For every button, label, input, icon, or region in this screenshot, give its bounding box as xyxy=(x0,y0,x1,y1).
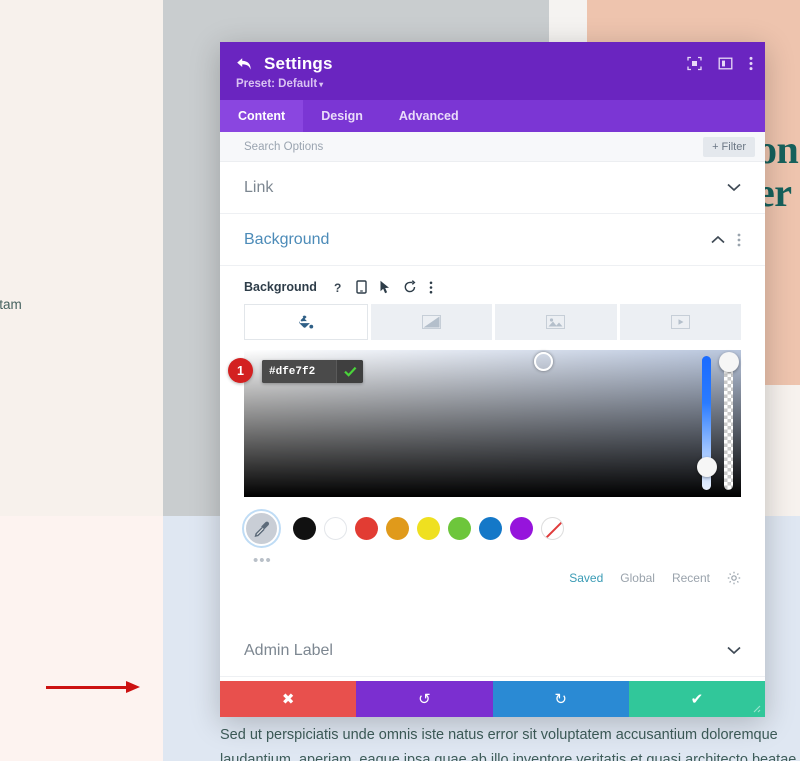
svg-text:?: ? xyxy=(334,281,341,294)
chevron-down-icon xyxy=(727,646,741,655)
settings-modal: Settings Preset: Default ▾ Content Desig… xyxy=(220,42,765,717)
palette-tabs: Saved Global Recent xyxy=(244,571,741,585)
chevron-up-icon[interactable] xyxy=(711,235,725,244)
swatch-red[interactable] xyxy=(355,517,378,540)
swatch-blue[interactable] xyxy=(479,517,502,540)
redo-button[interactable]: ↻ xyxy=(492,681,629,717)
bottom-paragraph: Sed ut perspiciatis unde omnis iste natu… xyxy=(220,727,797,761)
modal-tabs: Content Design Advanced xyxy=(220,100,765,132)
modal-title: Settings xyxy=(264,54,333,73)
eyedropper-button[interactable] xyxy=(244,511,279,546)
close-x-icon: ✖ xyxy=(281,691,295,708)
bg-panel-gray-edge xyxy=(163,500,220,516)
swatch-black[interactable] xyxy=(293,517,316,540)
kebab-menu-icon[interactable] xyxy=(429,281,433,294)
resize-grip-icon[interactable] xyxy=(749,701,761,713)
color-swatches xyxy=(244,511,741,546)
step-number-badge: 1 xyxy=(228,358,253,383)
section-options-kebab-icon[interactable] xyxy=(737,233,741,247)
chevron-down-icon: ▾ xyxy=(319,80,324,89)
tab-content[interactable]: Content xyxy=(220,100,304,132)
hex-color-field xyxy=(262,360,363,383)
annotation-arrow-icon xyxy=(46,680,140,694)
search-row: + Filter xyxy=(220,132,765,162)
modal-header: Settings Preset: Default ▾ xyxy=(220,42,765,100)
palette-tab-saved[interactable]: Saved xyxy=(569,571,603,585)
preset-selector[interactable]: Preset: Default ▾ xyxy=(236,78,749,90)
hue-slider-handle xyxy=(696,457,717,477)
section-link[interactable]: Link xyxy=(220,162,765,214)
section-admin-label[interactable]: Admin Label xyxy=(220,625,765,677)
paint-bucket-icon xyxy=(297,314,314,331)
background-field-header: Background ? xyxy=(244,266,741,304)
bg-type-video-tab[interactable] xyxy=(619,304,741,340)
filter-button[interactable]: + Filter xyxy=(703,136,755,157)
tab-design[interactable]: Design xyxy=(303,100,381,132)
bg-panel-cream xyxy=(0,0,163,516)
chevron-down-icon xyxy=(727,183,741,192)
save-button[interactable]: ✔ xyxy=(628,681,765,717)
palette-tab-global[interactable]: Global xyxy=(620,571,655,585)
bg-panel-cream-lower xyxy=(0,516,163,761)
modal-footer: ✖ ↺ ↻ ✔ xyxy=(220,681,765,717)
eyedropper-icon xyxy=(253,520,271,538)
undo-icon: ↺ xyxy=(418,691,431,708)
responsive-device-icon[interactable] xyxy=(356,280,367,294)
reset-icon[interactable] xyxy=(403,280,417,294)
checkmark-icon: ✔ xyxy=(690,691,704,708)
picker-sliders xyxy=(696,352,739,490)
cancel-button[interactable]: ✖ xyxy=(220,681,357,717)
swatch-transparent[interactable] xyxy=(541,517,564,540)
kebab-menu-icon[interactable] xyxy=(749,56,753,71)
saturation-cursor-handle[interactable] xyxy=(534,352,553,371)
section-admin-label-title: Admin Label xyxy=(244,641,333,659)
back-arrow-icon[interactable] xyxy=(236,57,253,71)
more-swatches-button[interactable]: ••• xyxy=(253,552,741,569)
focus-target-icon[interactable] xyxy=(687,56,702,71)
palette-tab-recent[interactable]: Recent xyxy=(672,571,710,585)
section-background[interactable]: Background xyxy=(220,214,765,266)
tab-advanced[interactable]: Advanced xyxy=(381,100,477,132)
swatch-green[interactable] xyxy=(448,517,471,540)
image-icon xyxy=(546,315,566,329)
gradient-icon xyxy=(421,315,441,329)
gear-icon[interactable] xyxy=(727,571,741,585)
background-field-label: Background xyxy=(244,280,317,294)
hex-color-input[interactable] xyxy=(262,360,336,383)
hover-cursor-icon[interactable] xyxy=(379,280,391,294)
alpha-slider[interactable] xyxy=(718,352,739,490)
modal-body: Link Background Background ? 1 #dfe7f2 •… xyxy=(220,162,765,681)
video-icon xyxy=(670,315,690,329)
panel-layout-icon[interactable] xyxy=(718,56,733,71)
hex-confirm-button[interactable] xyxy=(336,360,363,383)
alpha-slider-handle xyxy=(718,352,739,372)
help-icon[interactable]: ? xyxy=(331,281,344,294)
preset-label: Preset: Default xyxy=(236,78,318,90)
swatch-orange[interactable] xyxy=(386,517,409,540)
swatch-yellow[interactable] xyxy=(417,517,440,540)
background-settings: Background ? 1 #dfe7f2 ••• Saved Global … xyxy=(220,266,765,585)
bg-type-image-tab[interactable] xyxy=(495,304,617,340)
section-background-title: Background xyxy=(244,230,330,248)
background-type-tabs xyxy=(244,304,741,340)
bg-type-gradient-tab[interactable] xyxy=(370,304,492,340)
search-input[interactable] xyxy=(244,140,704,153)
swatch-purple[interactable] xyxy=(510,517,533,540)
body-text-left: ror sitantium, totam xyxy=(0,297,22,312)
color-picker: 1 xyxy=(228,350,741,497)
section-link-title: Link xyxy=(244,178,274,196)
redo-icon: ↻ xyxy=(554,691,567,708)
undo-button[interactable]: ↺ xyxy=(356,681,493,717)
swatch-white[interactable] xyxy=(324,517,347,540)
hue-slider[interactable] xyxy=(696,356,717,490)
bg-type-color-tab[interactable] xyxy=(244,304,368,340)
